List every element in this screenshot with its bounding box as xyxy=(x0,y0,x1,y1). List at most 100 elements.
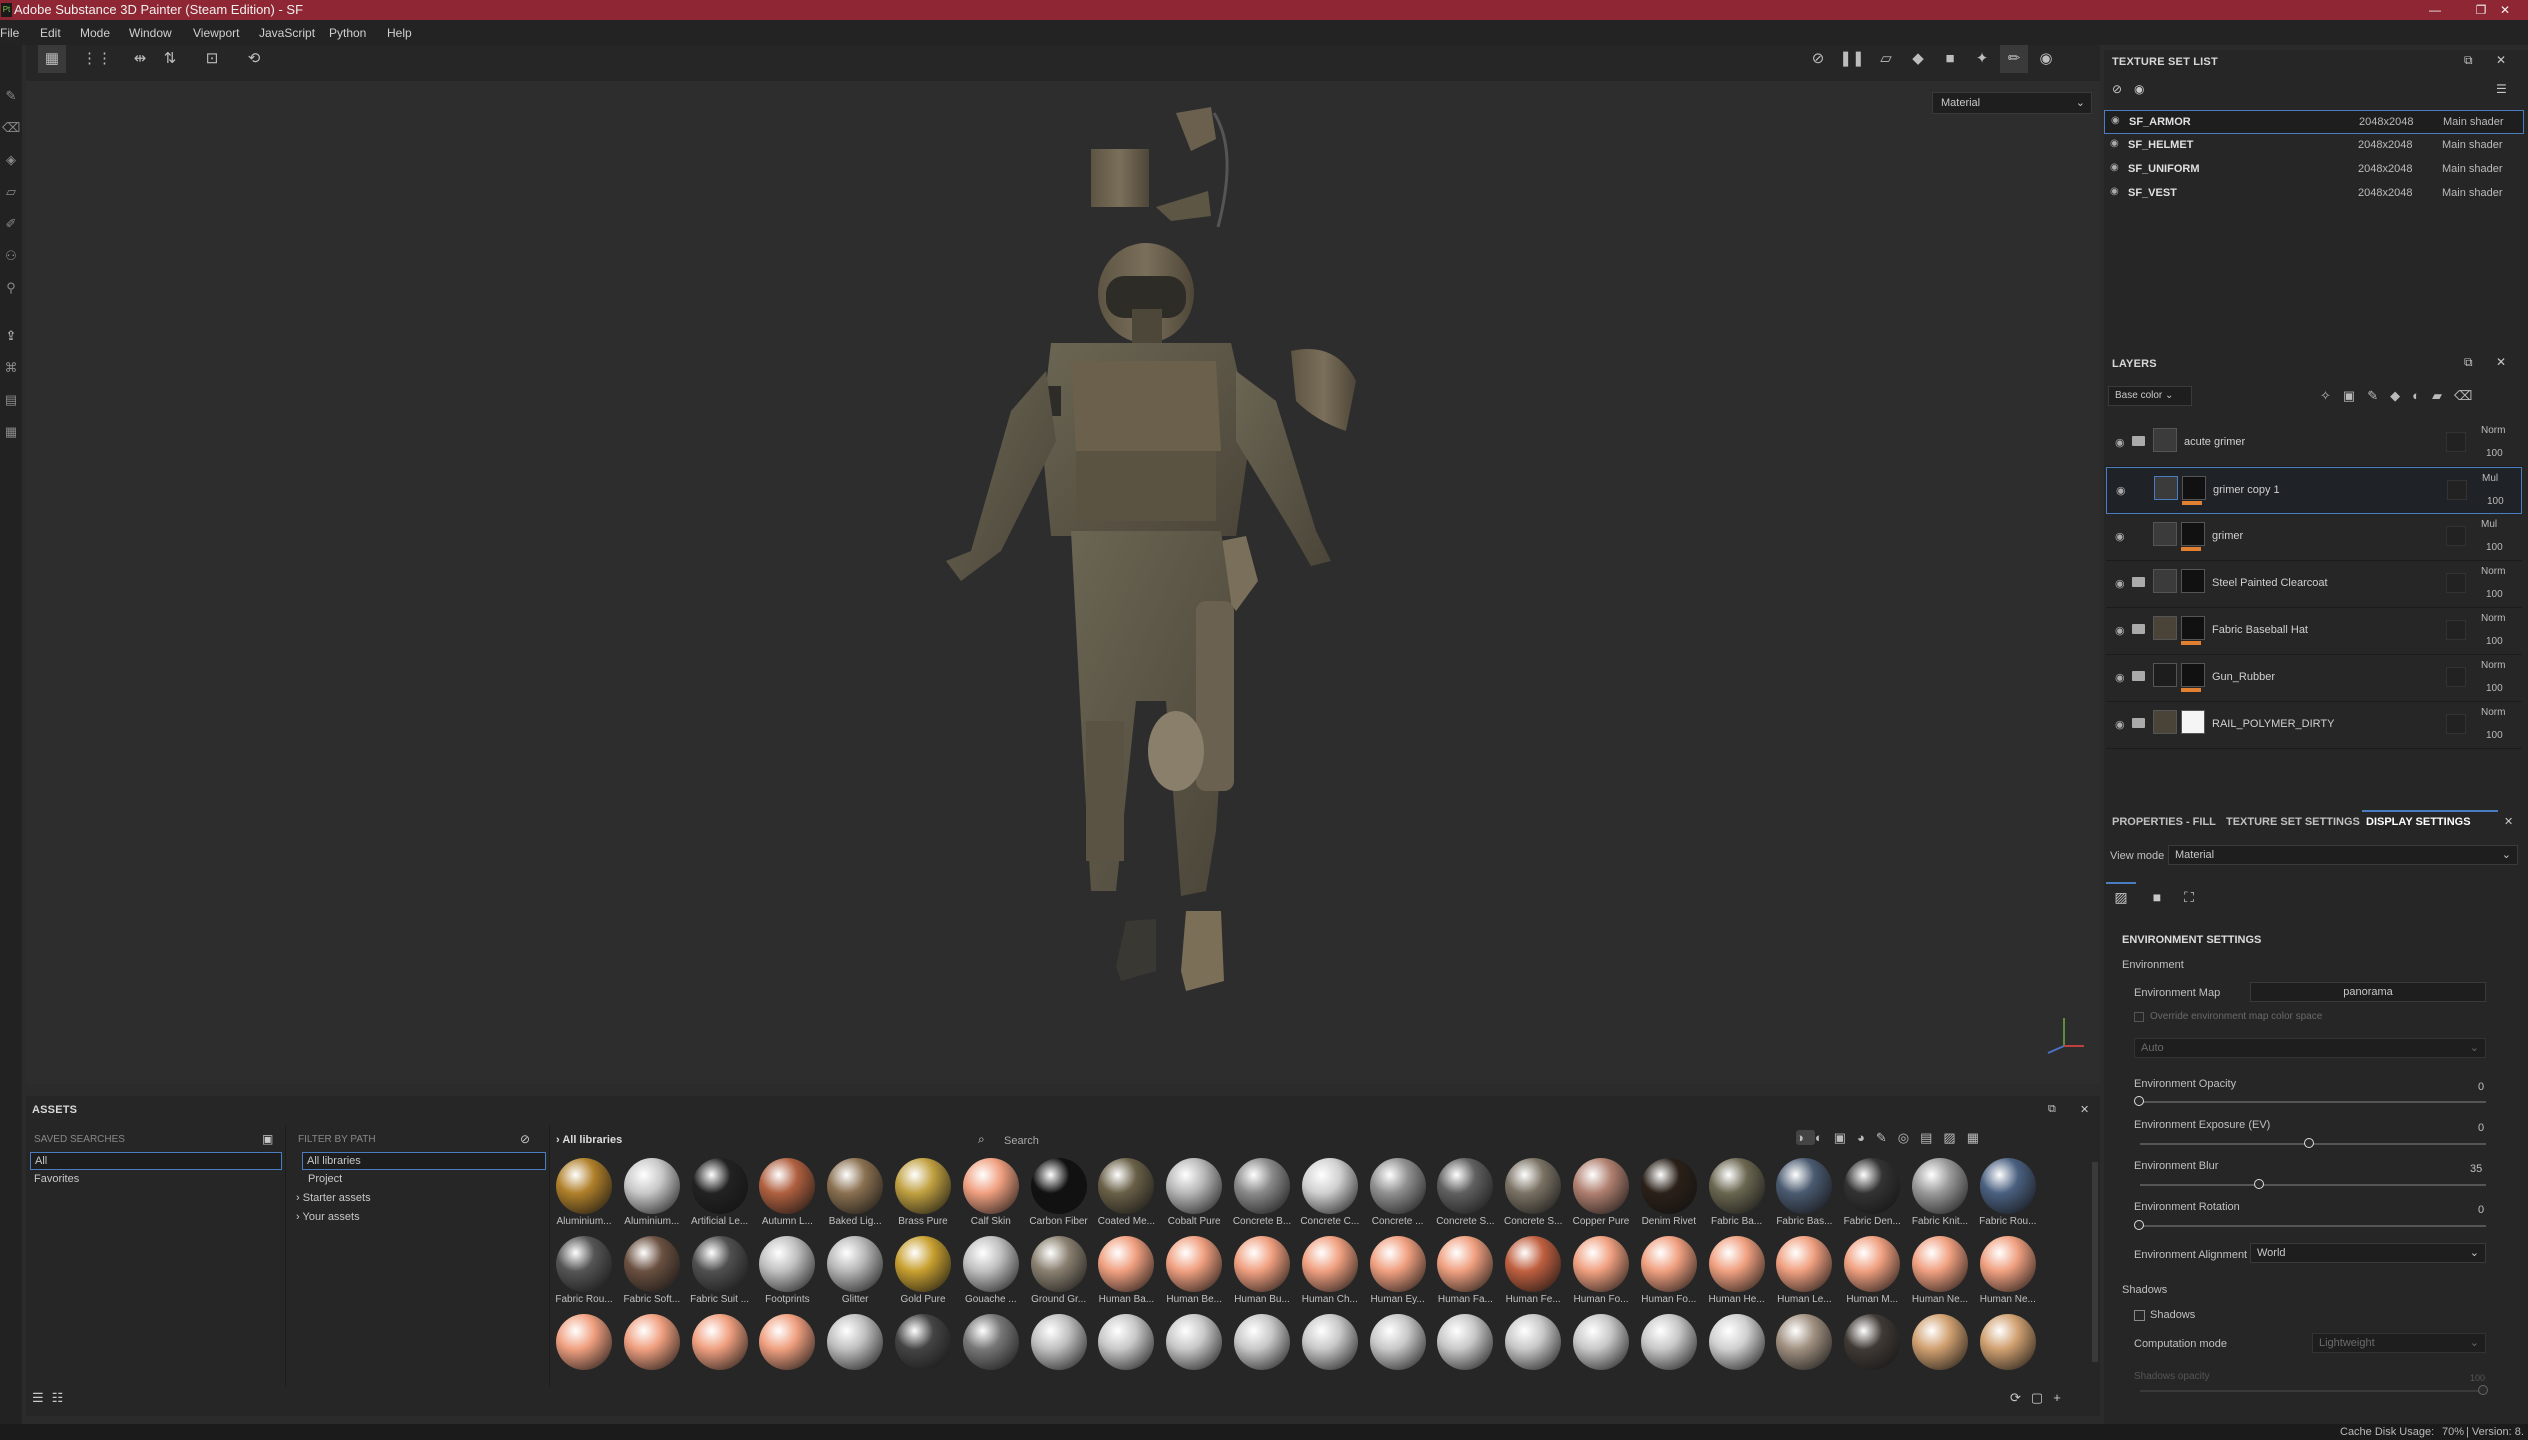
details-view-icon[interactable]: ☷ xyxy=(52,1390,72,1405)
cube-icon[interactable]: ◆ xyxy=(1904,45,1932,73)
blend-mode[interactable]: Norm xyxy=(2481,660,2505,671)
material-thumbnail[interactable] xyxy=(827,1158,884,1214)
opacity-slider-knob[interactable] xyxy=(2134,1096,2144,1106)
smart-material-icon[interactable]: ◐ xyxy=(2412,388,2432,403)
texture-set-row[interactable]: ◉ SF_VEST 2048x2048 Main shader xyxy=(2104,182,2524,206)
refresh-icon[interactable]: ⟳ xyxy=(2010,1390,2031,1405)
visibility-icon[interactable]: ⊘ xyxy=(2112,82,2122,96)
material-thumbnail[interactable] xyxy=(1573,1158,1629,1214)
polygon-fill-icon[interactable]: ▱ xyxy=(2,183,20,201)
add-icon[interactable]: + xyxy=(2053,1390,2071,1405)
layer-name[interactable]: Fabric Baseball Hat xyxy=(2212,624,2308,636)
material-thumbnail[interactable] xyxy=(1166,1314,1223,1370)
close-icon[interactable]: ✕ xyxy=(2496,355,2506,369)
material-filter-icon[interactable]: ◑ xyxy=(1796,1130,1815,1145)
menu-viewport[interactable]: Viewport xyxy=(193,26,239,40)
layer-row[interactable]: ◉ Fabric Baseball Hat Norm 100 xyxy=(2106,608,2522,655)
brush-mode-icon[interactable]: ✏ xyxy=(2000,45,2028,73)
camera-icon[interactable]: ■ xyxy=(1936,45,1964,73)
material-thumbnail[interactable] xyxy=(1166,1158,1223,1214)
blend-mode[interactable]: Norm xyxy=(2481,613,2505,624)
material-thumbnail[interactable] xyxy=(1979,1314,2036,1370)
material-thumbnail[interactable] xyxy=(1234,1236,1290,1292)
material-thumbnail[interactable] xyxy=(623,1236,680,1292)
rotation-slider[interactable] xyxy=(2140,1225,2486,1227)
perspective-icon[interactable]: ▱ xyxy=(1872,45,1900,73)
tab-display-settings[interactable]: DISPLAY SETTINGS xyxy=(2366,816,2471,828)
blend-mode[interactable]: Mul xyxy=(2481,519,2497,530)
material-thumbnail[interactable] xyxy=(1234,1314,1290,1370)
smart-material-filter-icon[interactable]: ◐ xyxy=(1815,1130,1834,1145)
viewport-icon[interactable]: ⛶ xyxy=(2174,884,2204,910)
eye-icon[interactable]: ◉ xyxy=(2134,82,2144,96)
path-your-assets[interactable]: › Your assets xyxy=(296,1211,360,1223)
material-thumbnail[interactable] xyxy=(895,1236,951,1292)
tab-texture-set-settings[interactable]: TEXTURE SET SETTINGS xyxy=(2226,816,2360,828)
particle-filter-icon[interactable]: ◎ xyxy=(1898,1130,1920,1145)
blend-mode[interactable]: Norm xyxy=(2481,566,2505,577)
material-thumbnail[interactable] xyxy=(1979,1158,2036,1214)
eye-icon[interactable]: ◉ xyxy=(2110,138,2119,149)
rotation-value[interactable]: 0 xyxy=(2478,1204,2484,1216)
fill-layer-icon[interactable]: ◆ xyxy=(2390,388,2412,403)
material-thumbnail[interactable] xyxy=(759,1158,816,1214)
clone-icon[interactable]: ⚇ xyxy=(2,247,20,265)
texture-set-shader[interactable]: Main shader xyxy=(2442,163,2503,175)
material-thumbnail[interactable] xyxy=(1369,1314,1426,1370)
blur-slider[interactable] xyxy=(2140,1184,2486,1186)
undock-icon[interactable]: ⧉ xyxy=(2464,355,2473,370)
material-thumbnail[interactable] xyxy=(1098,1314,1155,1370)
material-thumbnail[interactable] xyxy=(1505,1236,1562,1292)
environment-map-field[interactable]: panorama xyxy=(2250,982,2486,1002)
material-thumbnail[interactable] xyxy=(1912,1314,1968,1370)
layer-name[interactable]: RAIL_POLYMER_DIRTY xyxy=(2212,718,2334,730)
eye-icon[interactable]: ◉ xyxy=(2110,186,2119,197)
menu-javascript[interactable]: JavaScript xyxy=(259,26,315,40)
override-checkbox[interactable] xyxy=(2134,1012,2144,1022)
multi-grid-icon[interactable]: ⋮⋮ xyxy=(82,45,112,73)
material-thumbnail[interactable] xyxy=(1098,1236,1155,1292)
exposure-value[interactable]: 0 xyxy=(2478,1122,2484,1134)
blur-value[interactable]: 35 xyxy=(2470,1163,2482,1175)
paint-brush-icon[interactable]: ✎ xyxy=(2,87,20,105)
material-thumbnail[interactable] xyxy=(895,1158,951,1214)
list-view-icon[interactable]: ☰ xyxy=(32,1390,52,1405)
saved-item-all[interactable]: All xyxy=(30,1152,282,1170)
eye-icon[interactable]: ◉ xyxy=(2116,484,2126,497)
screenshot-icon[interactable]: ◉ xyxy=(2032,45,2060,73)
eraser-icon[interactable]: ⌫ xyxy=(2,119,20,137)
eye-icon[interactable]: ◉ xyxy=(2115,671,2125,684)
material-thumbnail[interactable] xyxy=(1030,1236,1087,1292)
smudge-icon[interactable]: ✐ xyxy=(2,215,20,233)
material-thumbnail[interactable] xyxy=(1573,1236,1629,1292)
eye-icon[interactable]: ◉ xyxy=(2115,530,2125,543)
layer-opacity[interactable]: 100 xyxy=(2486,448,2503,459)
environment-icon[interactable]: ▨ xyxy=(2106,882,2136,910)
material-thumbnail[interactable] xyxy=(1844,1236,1901,1292)
menu-python[interactable]: Python xyxy=(329,26,366,40)
color-picker-icon[interactable]: ⚲ xyxy=(2,279,20,297)
eye-icon[interactable]: ◉ xyxy=(2111,115,2120,126)
material-thumbnail[interactable] xyxy=(1234,1158,1290,1214)
path-all-libraries[interactable]: All libraries xyxy=(302,1152,546,1170)
material-thumbnail[interactable] xyxy=(556,1314,612,1370)
material-thumbnail[interactable] xyxy=(1369,1236,1426,1292)
opacity-value[interactable]: 0 xyxy=(2478,1081,2484,1093)
search-input[interactable]: Search xyxy=(1004,1135,1039,1147)
layer-opacity[interactable]: 100 xyxy=(2486,636,2503,647)
close-icon[interactable]: ✕ xyxy=(2496,53,2506,67)
texture-set-shader[interactable]: Main shader xyxy=(2442,139,2503,151)
texture-set-row[interactable]: ◉ SF_HELMET 2048x2048 Main shader xyxy=(2104,134,2524,158)
menu-mode[interactable]: Mode xyxy=(80,26,110,40)
undock-icon[interactable]: ⧉ xyxy=(2464,53,2473,68)
eye-icon[interactable]: ◉ xyxy=(2115,624,2125,637)
menu-icon[interactable]: ☰ xyxy=(2496,82,2507,96)
channel-select[interactable]: Base color ⌄ xyxy=(2108,386,2192,406)
material-thumbnail[interactable] xyxy=(1776,1314,1833,1370)
grid-view-icon[interactable]: ▦ xyxy=(38,45,66,73)
material-thumbnail[interactable] xyxy=(1166,1236,1223,1292)
bake-icon[interactable]: ⌘ xyxy=(2,359,20,377)
material-thumbnail[interactable] xyxy=(1437,1236,1494,1292)
menu-edit[interactable]: Edit xyxy=(40,26,61,40)
material-thumbnail[interactable] xyxy=(1301,1236,1358,1292)
